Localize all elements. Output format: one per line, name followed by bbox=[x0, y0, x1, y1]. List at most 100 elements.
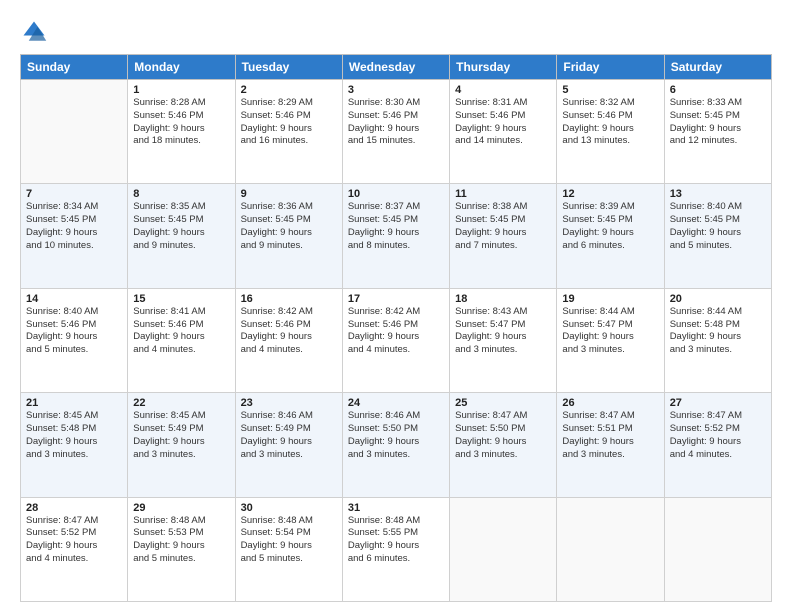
day-number: 1 bbox=[133, 84, 229, 96]
day-number: 5 bbox=[562, 84, 658, 96]
day-number: 25 bbox=[455, 397, 551, 409]
day-number: 27 bbox=[670, 397, 766, 409]
day-number: 16 bbox=[241, 293, 337, 305]
calendar-cell: 6Sunrise: 8:33 AMSunset: 5:45 PMDaylight… bbox=[664, 80, 771, 184]
day-number: 17 bbox=[348, 293, 444, 305]
day-info: Sunrise: 8:47 AMSunset: 5:52 PMDaylight:… bbox=[670, 410, 766, 461]
day-info: Sunrise: 8:37 AMSunset: 5:45 PMDaylight:… bbox=[348, 201, 444, 252]
day-info: Sunrise: 8:47 AMSunset: 5:50 PMDaylight:… bbox=[455, 410, 551, 461]
day-number: 13 bbox=[670, 188, 766, 200]
day-info: Sunrise: 8:36 AMSunset: 5:45 PMDaylight:… bbox=[241, 201, 337, 252]
day-number: 8 bbox=[133, 188, 229, 200]
calendar-cell: 17Sunrise: 8:42 AMSunset: 5:46 PMDayligh… bbox=[342, 288, 449, 392]
day-number: 6 bbox=[670, 84, 766, 96]
day-info: Sunrise: 8:48 AMSunset: 5:53 PMDaylight:… bbox=[133, 515, 229, 566]
weekday-header-tuesday: Tuesday bbox=[235, 55, 342, 80]
calendar-cell: 20Sunrise: 8:44 AMSunset: 5:48 PMDayligh… bbox=[664, 288, 771, 392]
calendar-cell: 4Sunrise: 8:31 AMSunset: 5:46 PMDaylight… bbox=[450, 80, 557, 184]
calendar-cell: 15Sunrise: 8:41 AMSunset: 5:46 PMDayligh… bbox=[128, 288, 235, 392]
day-info: Sunrise: 8:39 AMSunset: 5:45 PMDaylight:… bbox=[562, 201, 658, 252]
week-row-1: 1Sunrise: 8:28 AMSunset: 5:46 PMDaylight… bbox=[21, 80, 772, 184]
week-row-4: 21Sunrise: 8:45 AMSunset: 5:48 PMDayligh… bbox=[21, 393, 772, 497]
calendar-cell: 19Sunrise: 8:44 AMSunset: 5:47 PMDayligh… bbox=[557, 288, 664, 392]
day-number: 20 bbox=[670, 293, 766, 305]
calendar-cell bbox=[664, 497, 771, 601]
day-number: 31 bbox=[348, 502, 444, 514]
day-number: 19 bbox=[562, 293, 658, 305]
day-number: 7 bbox=[26, 188, 122, 200]
calendar-cell: 10Sunrise: 8:37 AMSunset: 5:45 PMDayligh… bbox=[342, 184, 449, 288]
logo-icon bbox=[20, 18, 48, 46]
day-number: 3 bbox=[348, 84, 444, 96]
calendar-cell: 1Sunrise: 8:28 AMSunset: 5:46 PMDaylight… bbox=[128, 80, 235, 184]
day-number: 21 bbox=[26, 397, 122, 409]
calendar-cell: 29Sunrise: 8:48 AMSunset: 5:53 PMDayligh… bbox=[128, 497, 235, 601]
day-number: 24 bbox=[348, 397, 444, 409]
day-number: 30 bbox=[241, 502, 337, 514]
calendar-cell: 25Sunrise: 8:47 AMSunset: 5:50 PMDayligh… bbox=[450, 393, 557, 497]
day-info: Sunrise: 8:32 AMSunset: 5:46 PMDaylight:… bbox=[562, 97, 658, 148]
day-number: 10 bbox=[348, 188, 444, 200]
calendar-cell: 7Sunrise: 8:34 AMSunset: 5:45 PMDaylight… bbox=[21, 184, 128, 288]
day-info: Sunrise: 8:46 AMSunset: 5:50 PMDaylight:… bbox=[348, 410, 444, 461]
day-info: Sunrise: 8:44 AMSunset: 5:48 PMDaylight:… bbox=[670, 306, 766, 357]
day-info: Sunrise: 8:42 AMSunset: 5:46 PMDaylight:… bbox=[348, 306, 444, 357]
calendar-cell bbox=[21, 80, 128, 184]
calendar-table: SundayMondayTuesdayWednesdayThursdayFrid… bbox=[20, 54, 772, 602]
calendar-cell: 21Sunrise: 8:45 AMSunset: 5:48 PMDayligh… bbox=[21, 393, 128, 497]
day-info: Sunrise: 8:47 AMSunset: 5:51 PMDaylight:… bbox=[562, 410, 658, 461]
day-number: 4 bbox=[455, 84, 551, 96]
week-row-2: 7Sunrise: 8:34 AMSunset: 5:45 PMDaylight… bbox=[21, 184, 772, 288]
week-row-3: 14Sunrise: 8:40 AMSunset: 5:46 PMDayligh… bbox=[21, 288, 772, 392]
calendar-cell: 26Sunrise: 8:47 AMSunset: 5:51 PMDayligh… bbox=[557, 393, 664, 497]
weekday-header-friday: Friday bbox=[557, 55, 664, 80]
calendar-cell: 28Sunrise: 8:47 AMSunset: 5:52 PMDayligh… bbox=[21, 497, 128, 601]
day-info: Sunrise: 8:45 AMSunset: 5:49 PMDaylight:… bbox=[133, 410, 229, 461]
day-info: Sunrise: 8:34 AMSunset: 5:45 PMDaylight:… bbox=[26, 201, 122, 252]
day-info: Sunrise: 8:30 AMSunset: 5:46 PMDaylight:… bbox=[348, 97, 444, 148]
calendar-cell: 12Sunrise: 8:39 AMSunset: 5:45 PMDayligh… bbox=[557, 184, 664, 288]
calendar-cell: 24Sunrise: 8:46 AMSunset: 5:50 PMDayligh… bbox=[342, 393, 449, 497]
day-info: Sunrise: 8:46 AMSunset: 5:49 PMDaylight:… bbox=[241, 410, 337, 461]
day-info: Sunrise: 8:42 AMSunset: 5:46 PMDaylight:… bbox=[241, 306, 337, 357]
calendar-cell: 2Sunrise: 8:29 AMSunset: 5:46 PMDaylight… bbox=[235, 80, 342, 184]
day-info: Sunrise: 8:48 AMSunset: 5:55 PMDaylight:… bbox=[348, 515, 444, 566]
day-number: 23 bbox=[241, 397, 337, 409]
day-info: Sunrise: 8:40 AMSunset: 5:45 PMDaylight:… bbox=[670, 201, 766, 252]
day-number: 18 bbox=[455, 293, 551, 305]
weekday-header-row: SundayMondayTuesdayWednesdayThursdayFrid… bbox=[21, 55, 772, 80]
weekday-header-wednesday: Wednesday bbox=[342, 55, 449, 80]
calendar-cell: 31Sunrise: 8:48 AMSunset: 5:55 PMDayligh… bbox=[342, 497, 449, 601]
calendar-cell: 30Sunrise: 8:48 AMSunset: 5:54 PMDayligh… bbox=[235, 497, 342, 601]
day-info: Sunrise: 8:33 AMSunset: 5:45 PMDaylight:… bbox=[670, 97, 766, 148]
day-info: Sunrise: 8:28 AMSunset: 5:46 PMDaylight:… bbox=[133, 97, 229, 148]
calendar-cell: 16Sunrise: 8:42 AMSunset: 5:46 PMDayligh… bbox=[235, 288, 342, 392]
day-info: Sunrise: 8:44 AMSunset: 5:47 PMDaylight:… bbox=[562, 306, 658, 357]
calendar-cell: 14Sunrise: 8:40 AMSunset: 5:46 PMDayligh… bbox=[21, 288, 128, 392]
day-number: 29 bbox=[133, 502, 229, 514]
calendar-cell bbox=[450, 497, 557, 601]
day-info: Sunrise: 8:41 AMSunset: 5:46 PMDaylight:… bbox=[133, 306, 229, 357]
day-info: Sunrise: 8:31 AMSunset: 5:46 PMDaylight:… bbox=[455, 97, 551, 148]
calendar-cell: 18Sunrise: 8:43 AMSunset: 5:47 PMDayligh… bbox=[450, 288, 557, 392]
calendar-cell: 3Sunrise: 8:30 AMSunset: 5:46 PMDaylight… bbox=[342, 80, 449, 184]
weekday-header-saturday: Saturday bbox=[664, 55, 771, 80]
weekday-header-monday: Monday bbox=[128, 55, 235, 80]
day-info: Sunrise: 8:35 AMSunset: 5:45 PMDaylight:… bbox=[133, 201, 229, 252]
calendar-cell: 9Sunrise: 8:36 AMSunset: 5:45 PMDaylight… bbox=[235, 184, 342, 288]
calendar-cell: 5Sunrise: 8:32 AMSunset: 5:46 PMDaylight… bbox=[557, 80, 664, 184]
week-row-5: 28Sunrise: 8:47 AMSunset: 5:52 PMDayligh… bbox=[21, 497, 772, 601]
day-info: Sunrise: 8:38 AMSunset: 5:45 PMDaylight:… bbox=[455, 201, 551, 252]
day-info: Sunrise: 8:29 AMSunset: 5:46 PMDaylight:… bbox=[241, 97, 337, 148]
day-info: Sunrise: 8:47 AMSunset: 5:52 PMDaylight:… bbox=[26, 515, 122, 566]
logo bbox=[20, 18, 52, 46]
header bbox=[20, 18, 772, 46]
calendar-cell: 11Sunrise: 8:38 AMSunset: 5:45 PMDayligh… bbox=[450, 184, 557, 288]
day-info: Sunrise: 8:48 AMSunset: 5:54 PMDaylight:… bbox=[241, 515, 337, 566]
day-number: 26 bbox=[562, 397, 658, 409]
calendar-cell: 27Sunrise: 8:47 AMSunset: 5:52 PMDayligh… bbox=[664, 393, 771, 497]
day-info: Sunrise: 8:43 AMSunset: 5:47 PMDaylight:… bbox=[455, 306, 551, 357]
calendar-cell: 13Sunrise: 8:40 AMSunset: 5:45 PMDayligh… bbox=[664, 184, 771, 288]
calendar-cell: 23Sunrise: 8:46 AMSunset: 5:49 PMDayligh… bbox=[235, 393, 342, 497]
day-info: Sunrise: 8:45 AMSunset: 5:48 PMDaylight:… bbox=[26, 410, 122, 461]
